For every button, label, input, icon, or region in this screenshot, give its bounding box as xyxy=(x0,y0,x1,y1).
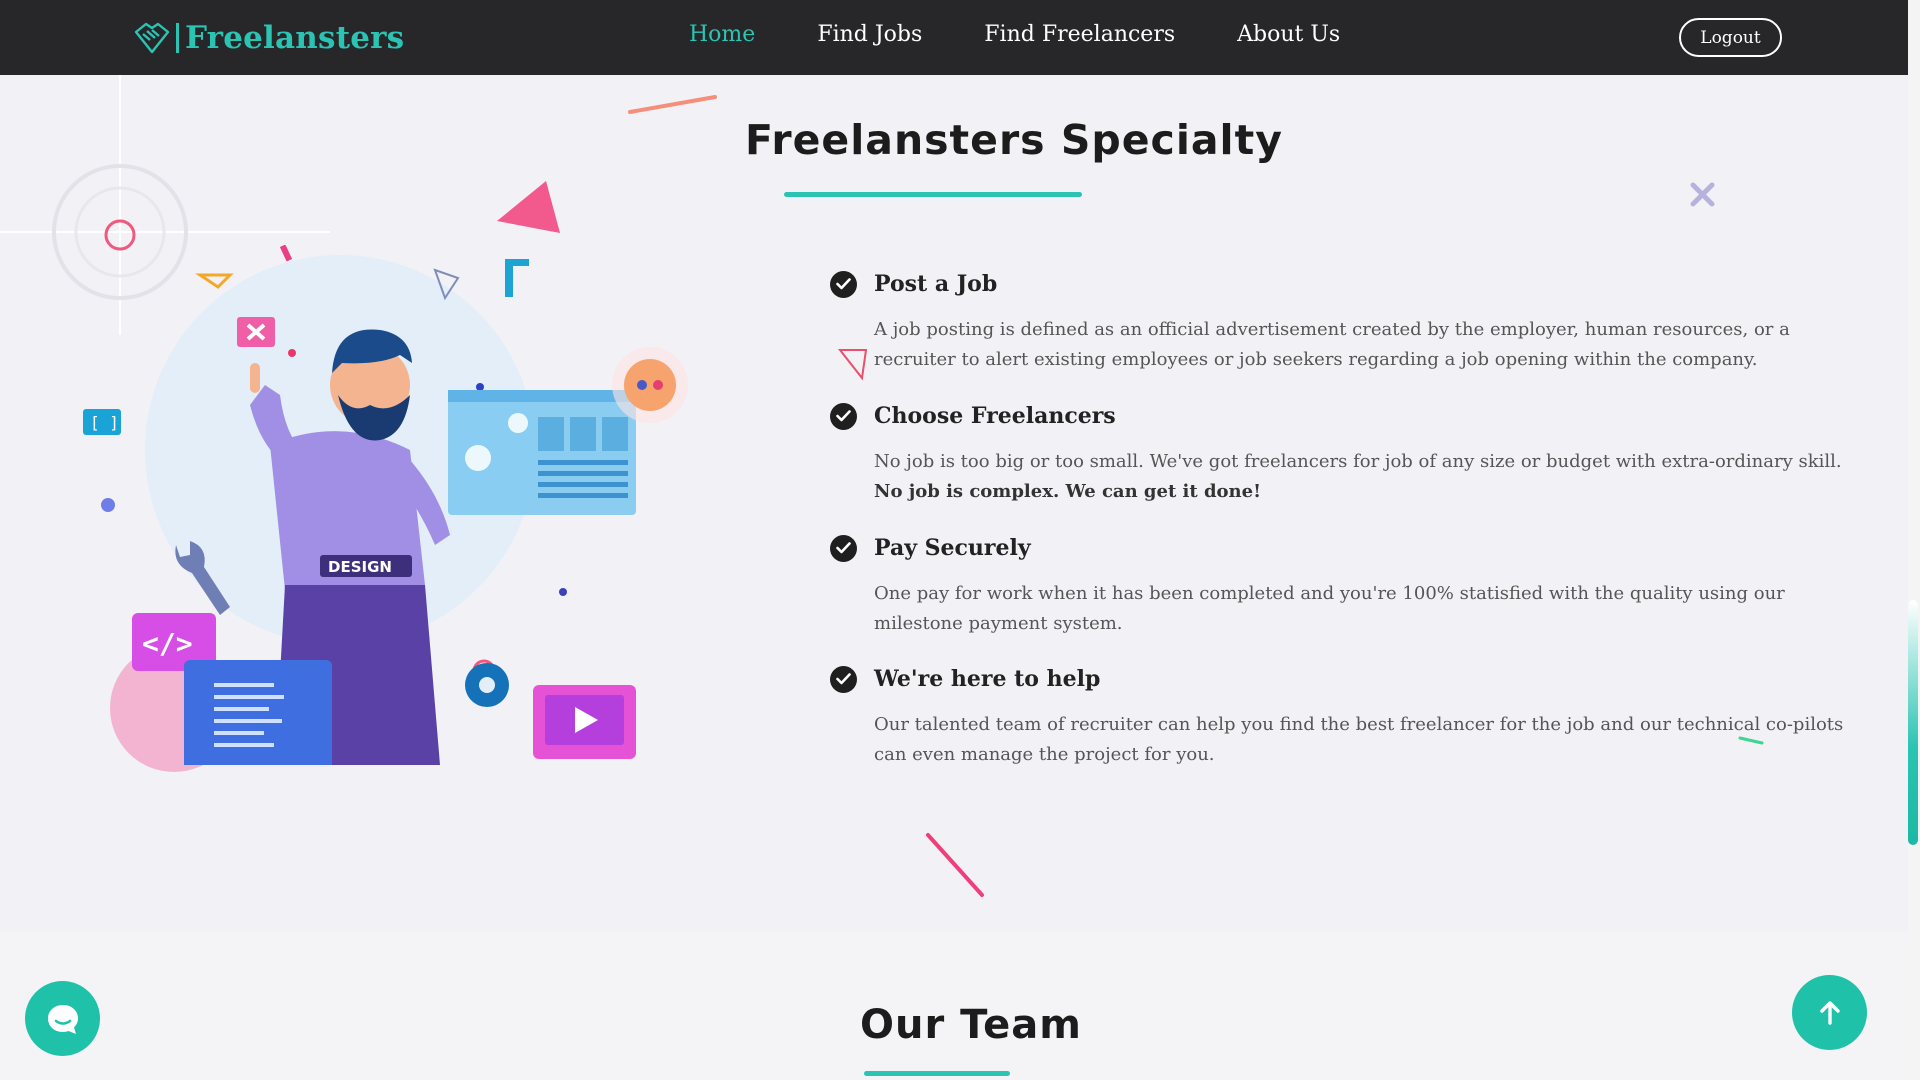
specialty-title-underline xyxy=(784,192,1082,197)
feature-pay-securely: Pay Securely One pay for work when it ha… xyxy=(830,533,1870,639)
shirt-text: DESIGN xyxy=(328,558,392,576)
feature-description: No job is too big or too small. We've go… xyxy=(874,447,1842,507)
logout-button[interactable]: Logout xyxy=(1679,18,1782,57)
check-circle-icon xyxy=(830,665,857,693)
feature-title: We're here to help xyxy=(874,666,1101,692)
feature-title: Pay Securely xyxy=(874,535,1031,561)
scrollbar-track[interactable] xyxy=(1908,0,1920,1080)
scroll-to-top-button[interactable] xyxy=(1792,975,1867,1050)
feature-title: Post a Job xyxy=(874,271,998,297)
chat-button[interactable] xyxy=(25,981,100,1056)
check-circle-icon xyxy=(830,402,857,430)
nav-find-jobs[interactable]: Find Jobs xyxy=(817,22,922,47)
team-section: Our Team xyxy=(0,932,1908,1080)
brand-logo[interactable]: Freelansters xyxy=(132,18,404,58)
nav-find-freelancers[interactable]: Find Freelancers xyxy=(984,22,1175,47)
x-mark xyxy=(1690,182,1715,207)
nav-about-us[interactable]: About Us xyxy=(1237,22,1340,47)
feature-description-bold: No job is complex. We can get it done! xyxy=(874,481,1261,502)
scrollbar-thumb[interactable] xyxy=(1908,600,1918,845)
arrow-up-icon xyxy=(1819,1000,1840,1025)
brand-separator xyxy=(176,23,179,53)
check-circle-icon xyxy=(830,534,857,562)
feature-description-text: No job is too big or too small. We've go… xyxy=(874,451,1842,472)
feature-title: Choose Freelancers xyxy=(874,403,1116,429)
feature-description: One pay for work when it has been comple… xyxy=(874,583,1785,634)
handshake-icon xyxy=(134,22,170,54)
main-nav: Home Find Jobs Find Freelancers About Us xyxy=(689,22,1402,47)
feature-here-to-help: We're here to help Our talented team of … xyxy=(830,664,1870,770)
specialty-title: Freelansters Specialty xyxy=(745,116,1283,164)
freelancer-illustration: DESIGN </> xyxy=(132,245,688,765)
team-title: Our Team xyxy=(860,1002,1082,1048)
nav-home[interactable]: Home xyxy=(689,22,755,47)
feature-choose-freelancers: Choose Freelancers No job is too big or … xyxy=(830,401,1842,507)
team-title-underline xyxy=(864,1071,1010,1076)
specialty-section: [ ] DESIGN </> Freelansters Specialty Po… xyxy=(0,75,1908,932)
chat-bubble-icon xyxy=(47,1004,78,1034)
feature-description: A job posting is defined as an official … xyxy=(874,319,1790,370)
navbar: Freelansters Home Find Jobs Find Freelan… xyxy=(0,0,1908,75)
svg-text:</>: </> xyxy=(142,627,193,660)
check-circle-icon xyxy=(830,270,857,298)
brand-name: Freelansters xyxy=(185,20,405,56)
feature-post-a-job: Post a Job A job posting is defined as a… xyxy=(830,269,1870,375)
feature-description: Our talented team of recruiter can help … xyxy=(874,714,1844,765)
